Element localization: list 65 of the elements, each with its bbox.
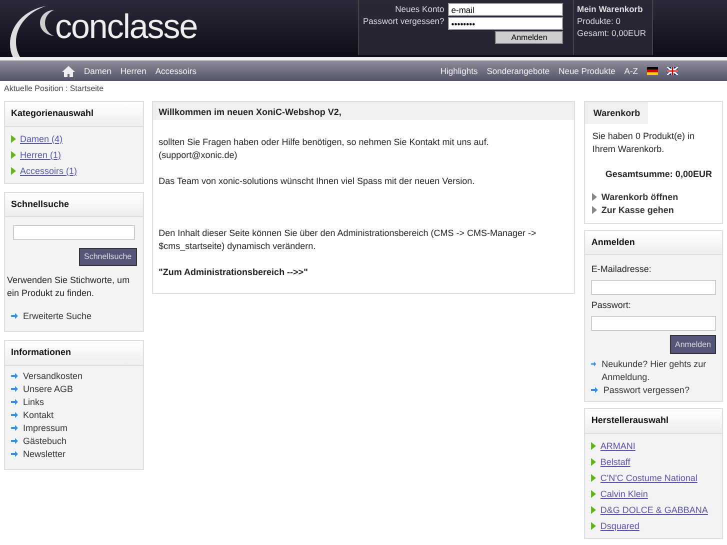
manufacturer-link[interactable]: Calvin Klein bbox=[591, 486, 716, 502]
nav-link[interactable]: Sonderangebote bbox=[486, 64, 550, 78]
manufacturer-link[interactable]: ARMANI bbox=[591, 438, 716, 454]
nav-link[interactable]: Accessoirs bbox=[155, 64, 196, 78]
paragraph: Das Team von xonic-solutions wünscht Ihnen viel Spass mit der neuen Version. bbox=[158, 175, 476, 188]
german-flag-icon[interactable] bbox=[647, 67, 658, 75]
signin-link[interactable]: Neukunde? Hier gehts zur Anmeldung. bbox=[591, 358, 716, 384]
nav-link[interactable]: A-Z bbox=[624, 64, 638, 78]
british-flag-icon[interactable] bbox=[667, 67, 678, 75]
box-title: Informationen bbox=[5, 341, 143, 366]
email-field[interactable]: e-mail bbox=[448, 3, 564, 16]
manufacturer-link[interactable]: Dsquared bbox=[591, 518, 716, 534]
cart-text: Sie haben 0 Produkt(e) in Ihrem Warenkorb. bbox=[592, 130, 696, 156]
box-title: Anmelden bbox=[585, 230, 722, 255]
header-link[interactable]: Passwort vergessen? bbox=[363, 15, 444, 27]
manufacturer-link[interactable]: D&G DOLCE & GABBANA bbox=[591, 502, 716, 518]
manufacturer-link[interactable]: Belstaff bbox=[591, 454, 716, 470]
login-button[interactable]: Anmelden bbox=[670, 335, 716, 354]
category-link[interactable]: Accessoirs (1) bbox=[11, 162, 137, 178]
box-title: Kategorienauswahl bbox=[5, 102, 143, 126]
info-link[interactable]: Newsletter bbox=[11, 448, 137, 460]
search-hint: Verwenden Sie Stichworte, um ein Produkt zu finden. bbox=[7, 274, 131, 300]
header-link[interactable]: Neues Konto bbox=[363, 3, 444, 15]
category-link[interactable]: Herren (1) bbox=[11, 146, 137, 162]
content-title: Willkommen im neuen XoniC-Webshop V2, bbox=[152, 102, 574, 120]
mini-cart-title[interactable]: Mein Warenkorb bbox=[577, 3, 649, 15]
manufacturer-link[interactable]: C'N'C Costume National bbox=[591, 470, 716, 486]
nav-link[interactable]: Neue Produkte bbox=[558, 64, 616, 78]
arrow-icon bbox=[591, 361, 597, 367]
search-field[interactable] bbox=[12, 225, 135, 240]
nav-link[interactable]: Highlights bbox=[440, 64, 478, 78]
cart-total: Gesamtsumme: 0,00EUR bbox=[605, 168, 713, 180]
password-field[interactable] bbox=[591, 316, 716, 331]
search-button[interactable]: Schnellsuche bbox=[79, 248, 137, 266]
mini-cart-line: Produkte: 0 bbox=[577, 15, 622, 27]
info-link[interactable]: Impressum bbox=[11, 422, 137, 434]
email-field[interactable] bbox=[591, 280, 716, 295]
advanced-search-link[interactable]: Erweiterte Suche bbox=[11, 310, 137, 323]
home-icon[interactable] bbox=[62, 66, 75, 76]
logo[interactable]: conclasse bbox=[55, 10, 198, 44]
nav-link[interactable]: Damen bbox=[84, 64, 112, 78]
field-label: E-Mailadresse: bbox=[591, 263, 652, 276]
info-link[interactable]: Versandkosten bbox=[11, 370, 137, 382]
field-label: Passwort: bbox=[591, 299, 632, 312]
box-title: Warenkorb bbox=[585, 102, 648, 124]
nav-link[interactable]: Herren bbox=[120, 64, 146, 78]
login-button[interactable]: Anmelden bbox=[495, 31, 564, 44]
admin-link[interactable]: "Zum Administrationsbereich -->>" bbox=[152, 266, 574, 279]
info-link[interactable]: Unsere AGB bbox=[11, 382, 137, 396]
info-link[interactable]: Gästebuch bbox=[11, 434, 137, 448]
cart-link[interactable]: Zur Kasse gehen bbox=[592, 204, 716, 216]
box-title: Herstellerauswahl bbox=[585, 409, 722, 434]
mini-cart-line: Gesamt: 0,00EUR bbox=[577, 27, 647, 39]
breadcrumb-text: Aktuelle Position : Startseite bbox=[3, 83, 105, 95]
box-title: Schnellsuche bbox=[5, 192, 143, 217]
info-link[interactable]: Kontakt bbox=[11, 408, 137, 422]
arrow-icon bbox=[591, 387, 598, 393]
signin-link[interactable]: Passwort vergessen? bbox=[591, 384, 716, 397]
arrow-icon bbox=[11, 313, 18, 319]
paragraph: sollten Sie Fragen haben oder Hilfe benötigen, so nehmen Sie Kontakt mit uns auf. (support@xonic.de) bbox=[158, 136, 490, 162]
cart-link[interactable]: Warenkorb öffnen bbox=[592, 190, 716, 204]
password-field[interactable]: •••••••• bbox=[448, 17, 564, 30]
paragraph: Den Inhalt dieser Seite können Sie über den Administrationsbereich (CMS -> CMS-Manager -> $cms_startseite) dynamisch verändern. bbox=[158, 227, 538, 253]
info-link[interactable]: Links bbox=[11, 396, 137, 408]
category-link[interactable]: Damen (4) bbox=[11, 130, 137, 146]
